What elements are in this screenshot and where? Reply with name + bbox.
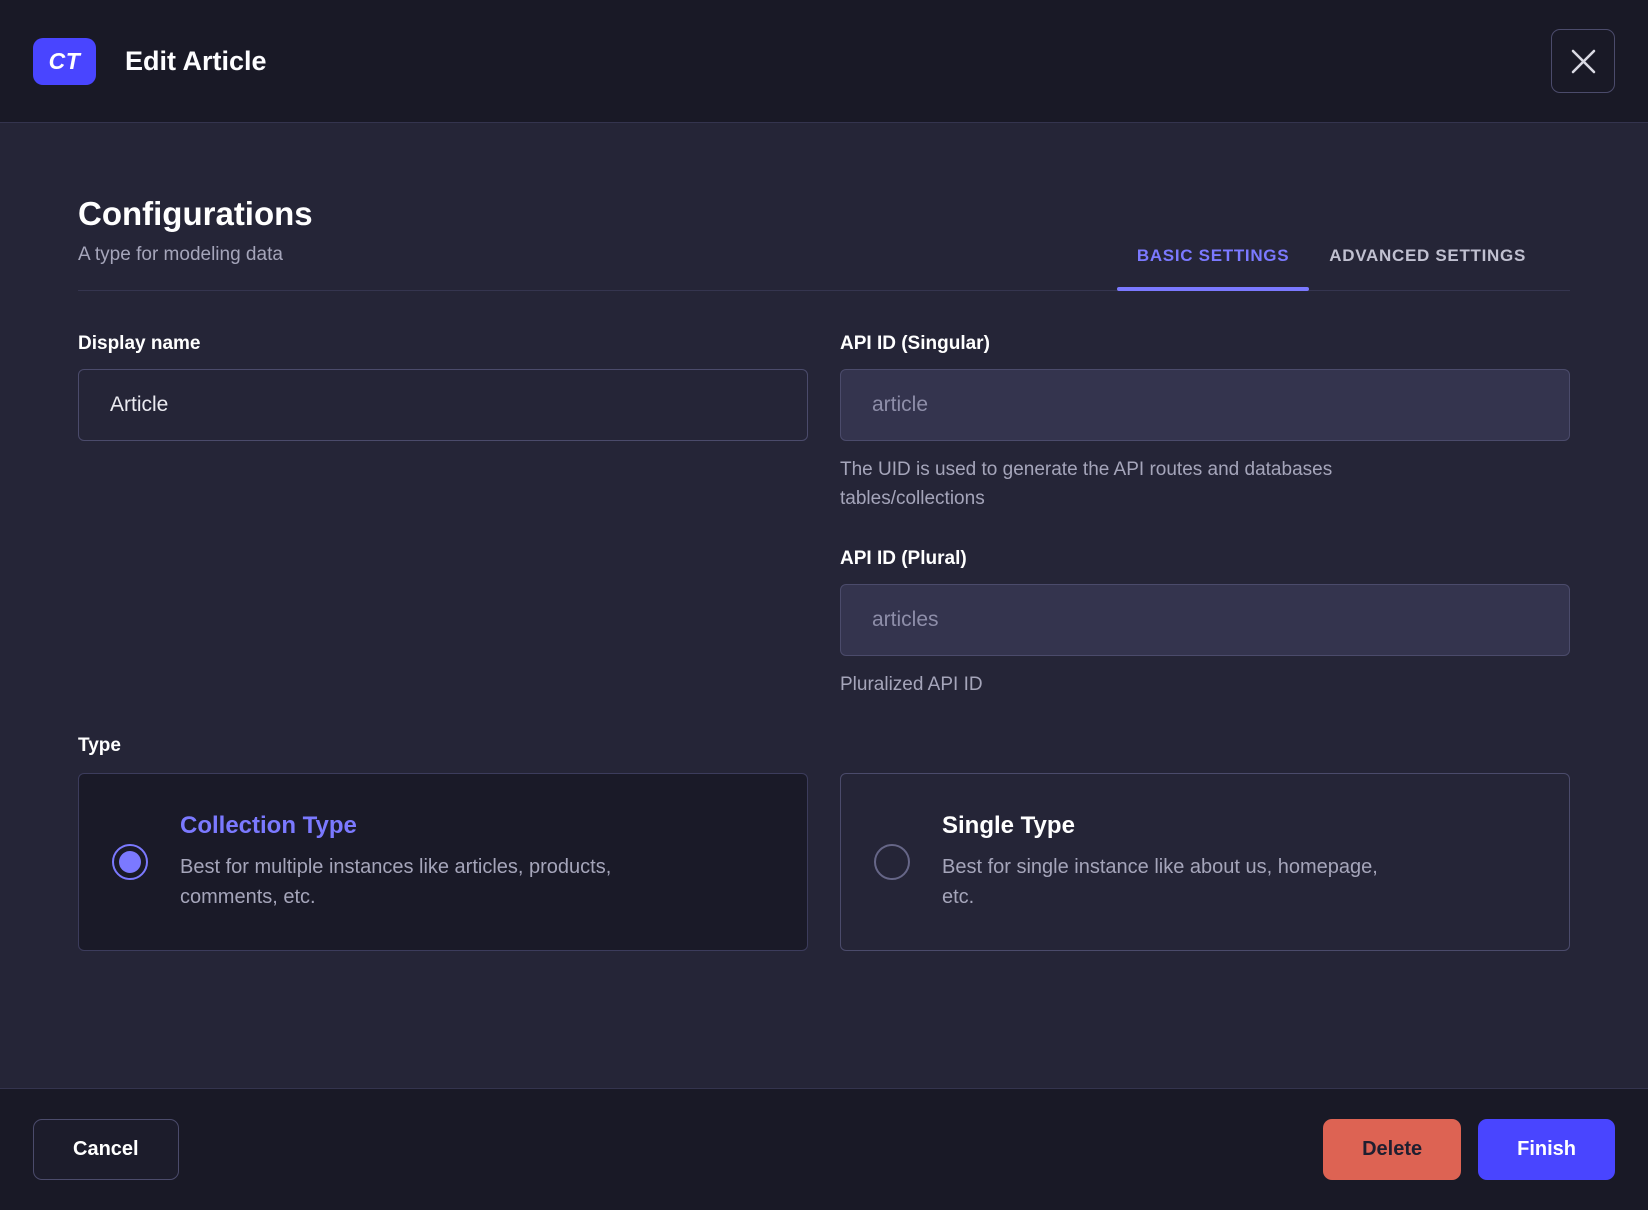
footer-actions: Delete Finish bbox=[1323, 1119, 1615, 1180]
api-id-singular-helper: The UID is used to generate the API rout… bbox=[840, 459, 1333, 510]
configuration-form: Display name API ID (Singular) The UID i… bbox=[78, 333, 1570, 699]
api-id-singular-field: API ID (Singular) The UID is used to gen… bbox=[840, 333, 1570, 514]
section-titles: Configurations A type for modeling data bbox=[78, 195, 313, 290]
single-type-title: Single Type bbox=[942, 812, 1075, 840]
type-options: Collection Type Best for multiple instan… bbox=[78, 773, 1570, 952]
collection-type-texts: Collection Type Best for multiple instan… bbox=[180, 812, 611, 912]
display-name-label: Display name bbox=[78, 333, 201, 354]
api-id-plural-helper: Pluralized API ID bbox=[840, 673, 983, 695]
single-type-card[interactable]: Single Type Best for single instance lik… bbox=[840, 773, 1570, 952]
display-name-field: Display name bbox=[78, 333, 808, 441]
left-column: Display name bbox=[78, 333, 808, 699]
tab-advanced-settings[interactable]: ADVANCED SETTINGS bbox=[1309, 246, 1546, 290]
collection-type-title: Collection Type bbox=[180, 812, 357, 840]
display-name-input[interactable] bbox=[78, 369, 808, 441]
single-type-radio[interactable] bbox=[874, 844, 910, 881]
collection-type-description: Best for multiple instances like article… bbox=[180, 856, 612, 909]
api-id-singular-label: API ID (Singular) bbox=[840, 333, 990, 354]
settings-tabs: BASIC SETTINGS ADVANCED SETTINGS bbox=[1116, 246, 1546, 291]
modal-body: Configurations A type for modeling data … bbox=[0, 123, 1648, 1088]
content-type-badge: CT bbox=[33, 37, 96, 85]
tab-basic-settings[interactable]: BASIC SETTINGS bbox=[1116, 246, 1310, 291]
collection-type-card[interactable]: Collection Type Best for multiple instan… bbox=[78, 773, 808, 952]
finish-button[interactable]: Finish bbox=[1478, 1119, 1615, 1180]
section-header: Configurations A type for modeling data … bbox=[78, 195, 1570, 291]
type-label: Type bbox=[78, 735, 121, 757]
close-button[interactable] bbox=[1551, 29, 1615, 93]
type-section: Type Collection Type Best for multiple i… bbox=[78, 735, 1570, 952]
close-icon bbox=[1570, 48, 1597, 75]
api-id-plural-label: API ID (Plural) bbox=[840, 547, 967, 569]
api-id-plural-input bbox=[840, 583, 1570, 656]
single-type-description: Best for single instance like about us, … bbox=[942, 856, 1378, 909]
collection-type-radio[interactable] bbox=[112, 844, 148, 881]
modal-footer: Cancel Delete Finish bbox=[0, 1088, 1648, 1210]
delete-button[interactable]: Delete bbox=[1323, 1119, 1462, 1180]
api-id-plural-field: API ID (Plural) Pluralized API ID bbox=[840, 548, 1570, 699]
right-column: API ID (Singular) The UID is used to gen… bbox=[840, 333, 1570, 699]
modal-title: Edit Article bbox=[125, 45, 267, 76]
content-type-badge-label: CT bbox=[48, 47, 81, 74]
page-subtitle: A type for modeling data bbox=[78, 244, 283, 265]
api-id-singular-input bbox=[840, 369, 1570, 441]
page-title: Configurations bbox=[78, 195, 313, 232]
edit-article-modal: CT Edit Article Configurations A type fo… bbox=[0, 0, 1648, 1210]
cancel-button[interactable]: Cancel bbox=[33, 1119, 179, 1180]
single-type-texts: Single Type Best for single instance lik… bbox=[942, 812, 1378, 912]
modal-header: CT Edit Article bbox=[0, 0, 1648, 123]
